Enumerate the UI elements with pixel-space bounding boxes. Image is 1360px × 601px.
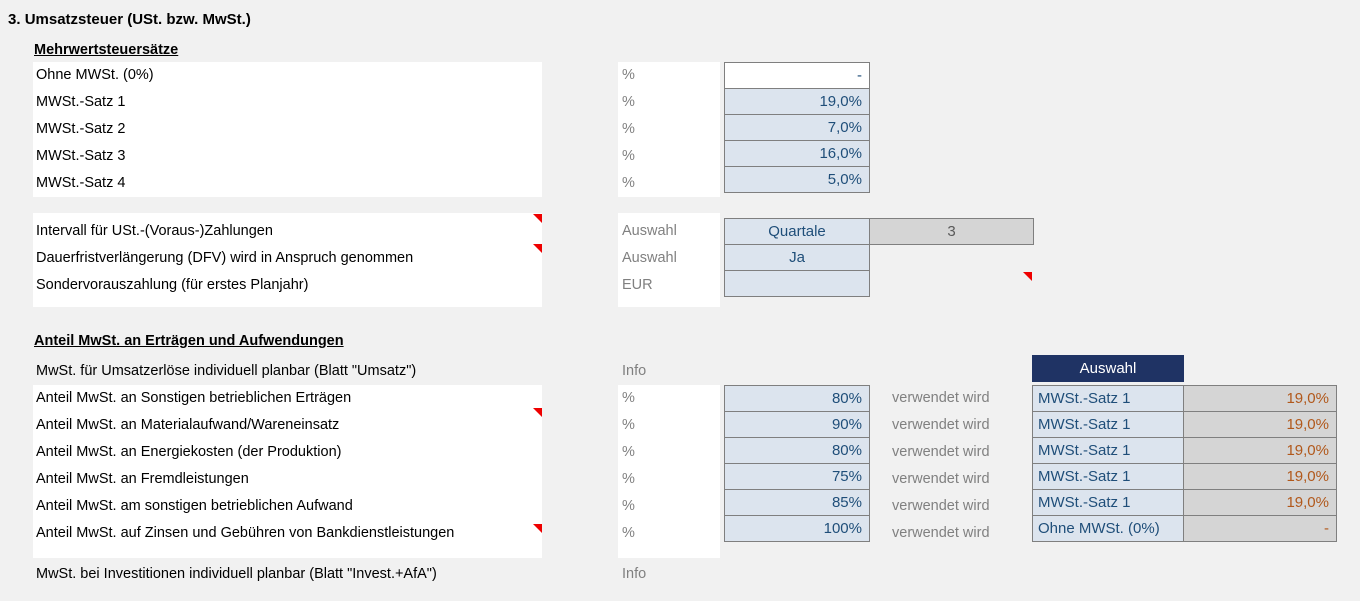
row-label: MWSt.-Satz 4 bbox=[36, 175, 126, 191]
row-label: Anteil MwSt. auf Zinsen und Gebühren von… bbox=[36, 525, 455, 541]
unit-label: % bbox=[622, 148, 635, 164]
share-input-fremdleistungen[interactable]: 75% bbox=[724, 463, 870, 490]
comment-marker-icon[interactable] bbox=[533, 408, 542, 417]
dfv-select[interactable]: Ja bbox=[724, 244, 870, 271]
rate-input-satz-1[interactable]: 19,0% bbox=[724, 88, 870, 115]
unit-label: % bbox=[622, 175, 635, 191]
unit-label: % bbox=[622, 67, 635, 83]
row-label: Dauerfristverlängerung (DFV) wird in Ans… bbox=[36, 250, 414, 266]
row-label: Anteil MwSt. an Fremdleistungen bbox=[36, 471, 249, 487]
note-label: verwendet wird bbox=[892, 390, 990, 406]
rates-value-column: - 19,0% 7,0% 16,0% 5,0% bbox=[724, 62, 870, 193]
rate-input-satz-4[interactable]: 5,0% bbox=[724, 166, 870, 193]
auswahl-rate-value: 19,0% bbox=[1183, 385, 1337, 412]
row-label: MWSt.-Satz 3 bbox=[36, 148, 126, 164]
auswahl-table-header: Auswahl bbox=[1032, 355, 1184, 382]
unit-label: % bbox=[622, 121, 635, 137]
auswahl-select-row[interactable]: MWSt.-Satz 1 bbox=[1032, 411, 1184, 438]
share-input-sonstige-ertraege[interactable]: 80% bbox=[724, 385, 870, 412]
auswahl-rate-value: 19,0% bbox=[1183, 437, 1337, 464]
note-label: verwendet wird bbox=[892, 417, 990, 433]
unit-label: % bbox=[622, 444, 635, 460]
sondervorauszahlung-input[interactable] bbox=[724, 270, 870, 297]
auswahl-rate-column: 19,0% 19,0% 19,0% 19,0% 19,0% - bbox=[1183, 385, 1337, 542]
share-input-zinsen-gebuehren[interactable]: 100% bbox=[724, 515, 870, 542]
subsection-title-rates: Mehrwertsteuersätze bbox=[34, 42, 179, 58]
rates-unit-list: % % % % % bbox=[622, 62, 712, 197]
row-label: Anteil MwSt. an Energiekosten (der Produ… bbox=[36, 444, 342, 460]
auswahl-rate-value: 19,0% bbox=[1183, 489, 1337, 516]
unit-label: % bbox=[622, 498, 635, 514]
payments-label-list: Intervall für USt.-(Voraus-)Zahlungen Da… bbox=[36, 218, 536, 299]
rate-input-ohne-mwst[interactable]: - bbox=[724, 62, 870, 89]
auswahl-select-row[interactable]: Ohne MWSt. (0%) bbox=[1032, 515, 1184, 542]
payments-unit-list: Auswahl Auswahl EUR bbox=[622, 218, 712, 299]
auswahl-select-row[interactable]: MWSt.-Satz 1 bbox=[1032, 437, 1184, 464]
comment-marker-icon[interactable] bbox=[1023, 272, 1032, 281]
auswahl-rate-value: 19,0% bbox=[1183, 463, 1337, 490]
note-label: verwendet wird bbox=[892, 444, 990, 460]
comment-marker-icon[interactable] bbox=[533, 524, 542, 533]
rates-label-list: Ohne MWSt. (0%) MWSt.-Satz 1 MWSt.-Satz … bbox=[36, 62, 536, 197]
interval-count-value: 3 bbox=[869, 218, 1034, 245]
row-label: Ohne MWSt. (0%) bbox=[36, 67, 154, 83]
subsection-title-shares: Anteil MwSt. an Erträgen und Aufwendunge… bbox=[34, 333, 344, 349]
spreadsheet-sheet: 3. Umsatzsteuer (USt. bzw. MwSt.) Mehrwe… bbox=[0, 0, 1360, 601]
row-label-invest-info: MwSt. bei Investitionen individuell plan… bbox=[36, 566, 437, 582]
unit-label: EUR bbox=[622, 277, 653, 293]
row-label: MWSt.-Satz 2 bbox=[36, 121, 126, 137]
auswahl-rate-value: 19,0% bbox=[1183, 411, 1337, 438]
comment-marker-icon[interactable] bbox=[533, 244, 542, 253]
share-input-sonstiger-aufwand[interactable]: 85% bbox=[724, 489, 870, 516]
rate-input-satz-3[interactable]: 16,0% bbox=[724, 140, 870, 167]
row-label: Anteil MwSt. an Materialaufwand/Warenein… bbox=[36, 417, 340, 433]
note-label: verwendet wird bbox=[892, 498, 990, 514]
unit-label: % bbox=[622, 417, 635, 433]
note-label: verwendet wird bbox=[892, 471, 990, 487]
section-title-text: Umsatzsteuer (USt. bzw. MwSt.) bbox=[24, 11, 251, 28]
payments-value-column: Quartale Ja bbox=[724, 218, 870, 297]
row-label: Intervall für USt.-(Voraus-)Zahlungen bbox=[36, 223, 273, 239]
note-label: verwendet wird bbox=[892, 525, 990, 541]
unit-label: Auswahl bbox=[622, 250, 677, 266]
auswahl-select-row[interactable]: MWSt.-Satz 1 bbox=[1032, 463, 1184, 490]
row-label-umsatz-info: MwSt. für Umsatzerlöse individuell planb… bbox=[36, 363, 417, 379]
unit-label-info: Info bbox=[622, 566, 647, 582]
share-input-energiekosten[interactable]: 80% bbox=[724, 437, 870, 464]
section-number: 3. bbox=[8, 11, 21, 28]
auswahl-select-row[interactable]: MWSt.-Satz 1 bbox=[1032, 385, 1184, 412]
page-title: 3. Umsatzsteuer (USt. bzw. MwSt.) bbox=[8, 11, 251, 28]
shares-label-list: Anteil MwSt. an Sonstigen betrieblichen … bbox=[36, 385, 536, 547]
row-label: Sondervorauszahlung (für erstes Planjahr… bbox=[36, 277, 309, 293]
auswahl-selection-column: MWSt.-Satz 1 MWSt.-Satz 1 MWSt.-Satz 1 M… bbox=[1032, 385, 1184, 542]
unit-label: % bbox=[622, 94, 635, 110]
shares-note-list: verwendet wird verwendet wird verwendet … bbox=[892, 385, 1032, 547]
interval-select[interactable]: Quartale bbox=[724, 218, 870, 245]
unit-label: % bbox=[622, 525, 635, 541]
comment-marker-icon[interactable] bbox=[533, 214, 542, 223]
auswahl-rate-value: - bbox=[1183, 515, 1337, 542]
row-label: Anteil MwSt. an Sonstigen betrieblichen … bbox=[36, 390, 352, 406]
row-label: Anteil MwSt. am sonstigen betrieblichen … bbox=[36, 498, 353, 514]
auswahl-select-row[interactable]: MWSt.-Satz 1 bbox=[1032, 489, 1184, 516]
row-label: MWSt.-Satz 1 bbox=[36, 94, 126, 110]
rate-input-satz-2[interactable]: 7,0% bbox=[724, 114, 870, 141]
share-input-materialaufwand[interactable]: 90% bbox=[724, 411, 870, 438]
shares-unit-list: % % % % % % bbox=[622, 385, 712, 547]
unit-label-info: Info bbox=[622, 363, 647, 379]
unit-label: % bbox=[622, 390, 635, 406]
unit-label: % bbox=[622, 471, 635, 487]
unit-label: Auswahl bbox=[622, 223, 677, 239]
shares-value-column: 80% 90% 80% 75% 85% 100% bbox=[724, 385, 870, 542]
